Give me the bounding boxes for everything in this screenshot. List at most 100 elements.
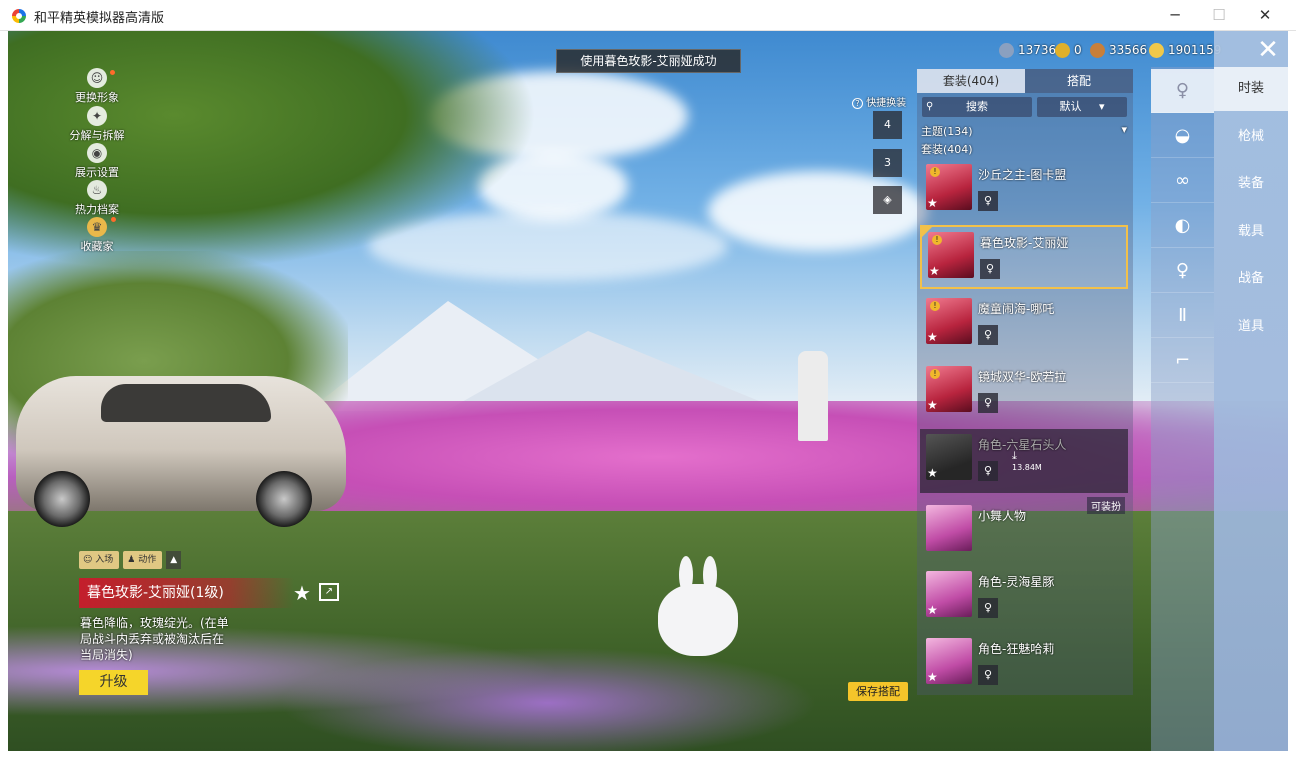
figure-icon: ♀ xyxy=(980,259,1000,279)
menu-label: 热力档案 xyxy=(75,203,119,216)
list-item[interactable]: ★ 角色-狂魅哈莉 ♀ xyxy=(920,633,1128,697)
star-icon: ★ xyxy=(927,398,938,412)
windmill xyxy=(798,351,828,441)
tab-suits[interactable]: 套装(404) xyxy=(917,69,1025,93)
help-icon[interactable]: ? xyxy=(852,98,863,109)
menu-label: 展示设置 xyxy=(75,166,119,179)
outfit-thumbnail: ! ★ xyxy=(926,164,972,210)
star-icon[interactable]: ★ xyxy=(293,581,311,605)
search-placeholder: 搜索 xyxy=(966,100,988,113)
list-item[interactable]: ! ★ 镜城双华-欧若拉 ♀ xyxy=(920,361,1128,425)
currency-item: 0 xyxy=(1055,41,1082,59)
currency-item: 1901159 xyxy=(1149,41,1221,59)
category-weapons[interactable]: 枪械 xyxy=(1214,115,1288,159)
star-icon: ★ xyxy=(927,196,938,210)
star-icon: ★ xyxy=(927,603,938,617)
download-size: 13.84M xyxy=(1012,463,1042,472)
star-icon: ★ xyxy=(927,466,938,480)
item-name: 魔童闹海-哪吒 xyxy=(978,302,1055,316)
cap-icon[interactable]: ◒ xyxy=(1151,114,1214,158)
list-item[interactable]: ! ★ 魔童闹海-哪吒 ♀ xyxy=(920,293,1128,357)
list-item[interactable]: ! ★ 暮色玫影-艾丽娅 ♀ xyxy=(920,225,1128,289)
mask-icon[interactable]: ◐ xyxy=(1151,204,1214,248)
category-fashion[interactable]: 时装 xyxy=(1214,67,1288,111)
list-item[interactable]: ! ★ 沙丘之主-图卡盟 ♀ xyxy=(920,159,1128,223)
collapse-icon[interactable]: ▲ xyxy=(166,551,182,569)
currency-item: 13736 xyxy=(999,41,1056,59)
quick-slot-button[interactable]: ◈ xyxy=(873,186,902,214)
search-icon: ⚲ xyxy=(926,101,934,112)
chevron-down-icon: ▾ xyxy=(1098,100,1105,113)
skin-description: 暮色降临，玫瑰绽光。(在单局战斗内丢弃或被淘汰后在当局消失) xyxy=(80,616,229,662)
globe-coin-icon xyxy=(999,42,1014,58)
tab-action[interactable]: ♟ 动作 xyxy=(123,551,163,569)
menu-label: 分解与拆解 xyxy=(69,129,125,142)
close-window-button[interactable]: ✕ xyxy=(1242,0,1288,31)
outfit-panel: 套装(404) 搭配 ⚲ 搜索 默认 ▾ 主题(134) ▾ 套装(404) !… xyxy=(917,69,1133,695)
pants-icon[interactable]: Ⅱ xyxy=(1151,294,1214,338)
figure-icon: ♀ xyxy=(978,191,998,211)
change-avatar-button[interactable]: ☺ 更换形象 xyxy=(66,68,128,105)
item-name: 角色-灵海星豚 xyxy=(978,575,1055,589)
status-toast: 使用暮色玫影-艾丽娅成功 xyxy=(556,49,741,73)
minimize-button[interactable]: ─ xyxy=(1152,0,1198,31)
star-icon: ★ xyxy=(927,330,938,344)
download-icon[interactable]: ⤓ xyxy=(1012,449,1017,463)
list-item[interactable]: 小舞人物 xyxy=(920,500,1128,564)
item-name: 沙丘之主-图卡盟 xyxy=(978,168,1067,182)
quick-change-label: ? 快捷换装 xyxy=(852,94,906,109)
notification-dot xyxy=(110,70,115,75)
bunny-character[interactable] xyxy=(653,556,743,656)
puzzle-icon: ✦ xyxy=(87,106,107,126)
collector-button[interactable]: ♛ 收藏家 xyxy=(66,217,128,254)
category-nav: 时装 枪械 装备 载具 战备 道具 xyxy=(1214,31,1288,751)
tier-badge-icon: ! xyxy=(930,167,940,177)
item-name: 角色-六星石头人 xyxy=(978,438,1067,452)
maximize-button[interactable]: ☐ xyxy=(1196,0,1242,31)
search-input[interactable]: ⚲ 搜索 xyxy=(922,97,1032,117)
heat-archive-button[interactable]: ♨ 热力档案 xyxy=(66,180,128,217)
eye-icon: ◉ xyxy=(87,143,107,163)
category-equipment[interactable]: 装备 xyxy=(1214,162,1288,206)
tab-match[interactable]: 搭配 xyxy=(1025,69,1133,93)
outfit-icon[interactable]: ♀ xyxy=(1151,249,1214,293)
close-panel-button[interactable]: ✕ xyxy=(1254,37,1282,65)
category-readiness[interactable]: 战备 xyxy=(1214,257,1288,301)
tab-entry-label: 入场 xyxy=(95,555,114,565)
currency-value: 13736 xyxy=(1018,43,1057,57)
outfit-thumbnail: ! ★ xyxy=(926,298,972,344)
list-item[interactable]: ★ 角色-六星石头人 ♀ ⤓ 13.84M xyxy=(920,429,1128,493)
share-icon[interactable]: ↗ xyxy=(319,583,339,601)
shoes-icon[interactable]: ⌐ xyxy=(1151,339,1214,383)
quick-slot-button[interactable]: 4 xyxy=(873,111,902,139)
glasses-icon[interactable]: ∞ xyxy=(1151,159,1214,203)
gold-token-icon xyxy=(1055,42,1070,58)
save-outfit-button[interactable]: 保存搭配 xyxy=(848,682,908,701)
tier-badge-icon: ! xyxy=(930,301,940,311)
flame-icon: ♨ xyxy=(87,180,107,200)
person-icon: ☺ xyxy=(87,68,107,88)
outfit-thumbnail: ! ★ xyxy=(928,232,974,278)
decompose-button[interactable]: ✦ 分解与拆解 xyxy=(66,106,128,143)
quick-slot-button[interactable]: 3 xyxy=(873,149,902,177)
car-model[interactable] xyxy=(16,376,346,527)
category-vehicles[interactable]: 载具 xyxy=(1214,210,1288,254)
app-logo-icon xyxy=(12,9,26,23)
theme-filter[interactable]: 主题(134) ▾ xyxy=(921,123,1127,139)
gold-coin-icon xyxy=(1149,42,1164,58)
item-name: 镜城双华-欧若拉 xyxy=(978,370,1067,384)
list-item[interactable]: ★ 角色-灵海星豚 ♀ xyxy=(920,566,1128,630)
upgrade-button[interactable]: 升级 xyxy=(79,670,148,695)
tab-action-label: 动作 xyxy=(138,555,157,565)
tab-entry[interactable]: ☺ 入场 xyxy=(79,551,120,569)
crown-icon: ♛ xyxy=(87,217,107,237)
outfit-icon[interactable]: ♀ xyxy=(1151,69,1214,113)
currency-value: 0 xyxy=(1074,43,1082,57)
display-settings-button[interactable]: ◉ 展示设置 xyxy=(66,143,128,180)
subcategory-nav: ♀ ◒ ∞ ◐ ♀ Ⅱ ⌐ xyxy=(1151,67,1214,751)
quick-change-text: 快捷换装 xyxy=(866,98,907,109)
outfit-thumbnail: ★ xyxy=(926,638,972,684)
suit-count: 套装(404) xyxy=(921,143,973,156)
sort-dropdown[interactable]: 默认 ▾ xyxy=(1037,97,1127,117)
category-props[interactable]: 道具 xyxy=(1214,305,1288,349)
